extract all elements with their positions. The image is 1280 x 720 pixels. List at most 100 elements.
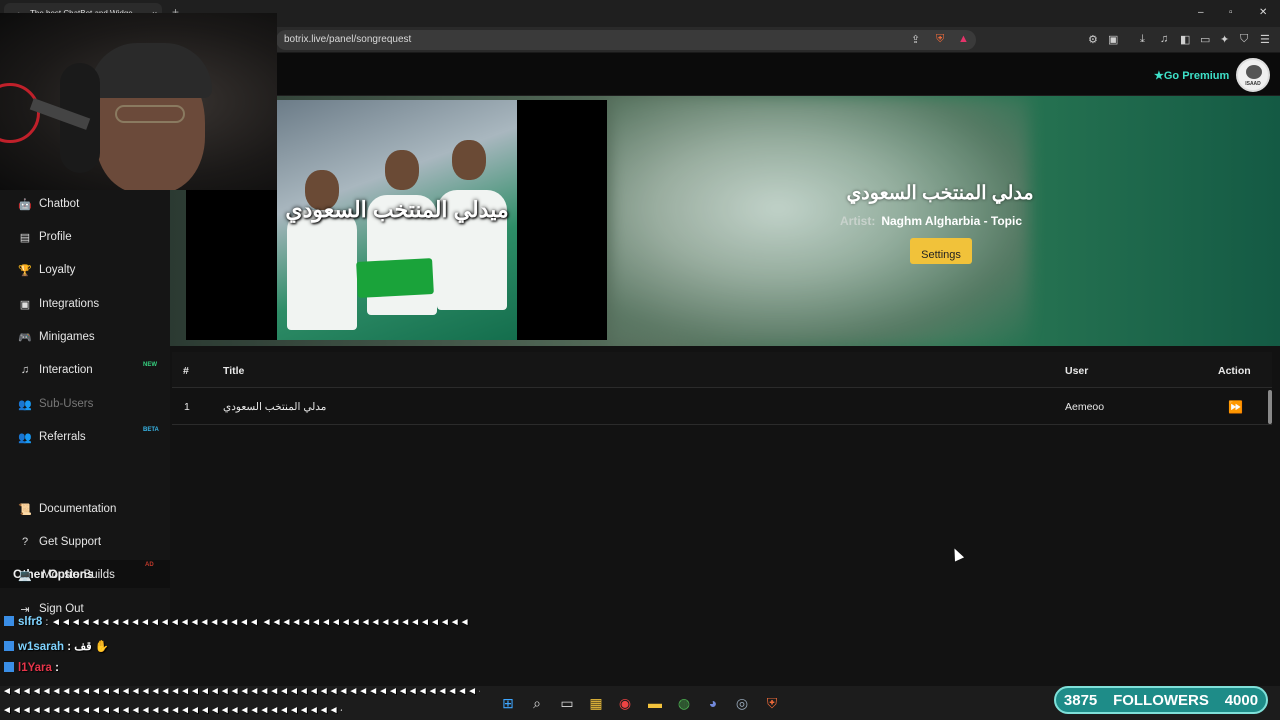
sidebar-item-label: Get Support [39, 536, 102, 548]
sidebar-item-profile[interactable]: ▤ Profile [17, 227, 167, 247]
ad-badge: AD [145, 562, 154, 568]
song-artist: Artist: Naghm Algharbia - Topic [840, 214, 1022, 228]
row-title: مدلي المنتخب السعودي [223, 401, 327, 413]
table-row[interactable]: 1 مدلي المنتخب السعودي Aemeoo ⏩ [172, 389, 1272, 425]
download-icon[interactable]: ⤓ [1140, 33, 1145, 46]
leo-ai-icon[interactable]: ✦ [1220, 33, 1229, 46]
sidebar-item-label: Sub-Users [39, 398, 94, 410]
sign-out-icon: ⇥ [20, 603, 30, 616]
store-icon[interactable]: ▦ [587, 694, 605, 712]
rewards-icon[interactable]: ▲ [958, 33, 969, 45]
player-head [452, 140, 486, 180]
scrollbar[interactable] [1268, 390, 1272, 424]
glasses-icon [115, 105, 185, 123]
url-bar[interactable]: botrix.live/panel/songrequest [276, 30, 976, 50]
steam-icon[interactable]: ◎ [733, 694, 751, 712]
media-icon[interactable]: ♫ [1160, 33, 1168, 45]
platform-icon [4, 616, 14, 626]
sidebar-item-label: Interaction [39, 364, 93, 376]
wallet-icon[interactable]: ▭ [1200, 33, 1210, 46]
column-action: Action [1218, 365, 1251, 377]
file-explorer-icon[interactable]: ▬ [646, 694, 664, 712]
chat-text: : ◄◄◄◄◄◄◄◄◄◄◄◄◄◄◄◄◄◄◄◄◄ ◄◄◄◄◄◄◄◄◄◄◄◄◄◄◄◄… [45, 617, 470, 628]
screenshot-icon[interactable]: ▣ [1108, 33, 1118, 46]
question-icon: ? [21, 536, 29, 548]
player-head [385, 150, 419, 190]
settings-button[interactable]: Settings [910, 238, 972, 264]
artist-label: Artist: [840, 214, 876, 228]
new-badge: NEW [143, 362, 157, 368]
obs-icon[interactable]: ◉ [616, 694, 634, 712]
gamepad-icon: 🎮 [18, 331, 32, 344]
sidebar-item-label: Documentation [39, 503, 117, 515]
chat-text: : قف ✋ [67, 641, 110, 653]
platform-icon [4, 662, 14, 672]
artist-name: Naghm Algharbia - Topic [881, 214, 1023, 228]
sidebar-item-label: Minigames [39, 331, 95, 343]
sidebar-item-label: Chatbot [39, 198, 80, 210]
discord-icon[interactable]: ◕ [704, 694, 722, 712]
maximize-button[interactable]: ▫ [1229, 7, 1233, 18]
music-icon: ♫ [20, 364, 30, 376]
vpn-icon[interactable]: ⛉ [1240, 33, 1248, 46]
sidebar-item-label: Profile [39, 231, 72, 243]
column-index: # [183, 365, 189, 377]
go-premium-link[interactable]: ★Go Premium [1154, 69, 1229, 82]
saudi-flag-icon [356, 258, 434, 298]
brave-icon[interactable]: ⛨ [763, 694, 781, 712]
chat-stream-line: ◄◄◄◄◄◄◄◄◄◄◄◄◄◄◄◄◄◄◄◄◄◄◄◄◄◄◄◄◄◄◄◄◄◄◄◄◄◄◄◄… [2, 686, 480, 697]
ring-light-icon [0, 83, 40, 143]
sidebar-item-integrations[interactable]: ▣ Integrations [17, 294, 167, 314]
sidebar-item-documentation[interactable]: 📜 Documentation [17, 499, 167, 519]
row-user: Aemeoo [1065, 401, 1105, 413]
followers-current: 3875 [1063, 691, 1098, 709]
close-window-button[interactable]: ✕ [1259, 7, 1267, 18]
platform-icon [4, 641, 14, 651]
laptop-icon: 💻 [18, 569, 32, 582]
menu-icon[interactable]: ☰ [1260, 33, 1270, 46]
sidebar-item-minigames[interactable]: 🎮 Minigames [17, 327, 167, 347]
column-user: User [1065, 365, 1089, 377]
table-header: # Title User Action [172, 352, 1272, 388]
chat-username: l1Yara [18, 662, 52, 674]
chat-message: l1Yara : [4, 662, 59, 674]
shield-icon[interactable]: ⛨ [936, 33, 944, 46]
sidebar-item-label: Loyalty [39, 264, 76, 276]
avatar[interactable]: ISAAD [1236, 58, 1270, 92]
task-view-icon[interactable]: ▭ [558, 694, 576, 712]
sidebar-item-sub-users[interactable]: 👥 Sub-Users [17, 394, 167, 414]
chat-message: slfr8 : ◄◄◄◄◄◄◄◄◄◄◄◄◄◄◄◄◄◄◄◄◄ ◄◄◄◄◄◄◄◄◄◄… [4, 616, 470, 628]
chat-username: w1sarah [18, 641, 65, 653]
sidebar-item-label: Sign Out [39, 603, 84, 615]
song-queue-table: # Title User Action 1 مدلي المنتخب السعو… [172, 352, 1276, 686]
integrations-icon: ▣ [19, 298, 31, 311]
chat-stream-line: ◄◄◄◄◄◄◄◄◄◄◄◄◄◄◄◄◄◄◄◄◄◄◄◄◄◄◄◄◄◄◄◄◄◄◄◄◄◄◄◄… [2, 705, 342, 716]
sidebar-item-interaction[interactable]: ♫ Interaction NEW [17, 360, 167, 380]
chat-message: w1sarah : قف ✋ [4, 639, 109, 653]
followers-goal-widget: 3875 FOLLOWERS 4000 [1054, 686, 1268, 714]
windows-start-icon[interactable]: ⊞ [499, 694, 517, 712]
minimize-button[interactable]: – [1198, 7, 1204, 18]
skip-forward-icon[interactable]: ⏩ [1228, 400, 1243, 414]
sidebar-toggle-icon[interactable]: ◧ [1180, 33, 1190, 46]
star-icon: ★ [1154, 70, 1164, 82]
users-icon: 👥 [18, 398, 32, 411]
video-thumbnail: ميدلي المنتخب السعودي [277, 100, 517, 340]
chrome-icon[interactable]: ◍ [675, 694, 693, 712]
chat-text: : [55, 662, 59, 674]
document-icon: 📜 [18, 503, 32, 516]
share-icon[interactable]: ⇪ [911, 33, 920, 46]
trophy-icon: 🏆 [18, 264, 32, 277]
song-title: مدلي المنتخب السعودي [846, 183, 1034, 204]
sidebar-item-chatbot[interactable]: 🤖 Chatbot [17, 194, 167, 214]
thumbnail-text: ميدلي المنتخب السعودي [285, 197, 509, 222]
extensions-icon[interactable]: ⚙ [1088, 33, 1098, 46]
sidebar-item-referrals[interactable]: 👥 Referrals BETA [17, 427, 167, 447]
sidebar-item-loyalty[interactable]: 🏆 Loyalty [17, 260, 167, 280]
url-text: botrix.live/panel/songrequest [284, 34, 412, 45]
search-icon[interactable]: ⌕ [528, 694, 546, 712]
sidebar-item-get-support[interactable]: ? Get Support [17, 532, 167, 552]
column-title: Title [223, 365, 245, 377]
sidebar-item-monsterbuilds[interactable]: 💻 MonsterBuilds AD [17, 562, 167, 585]
avatar-face-icon [1246, 65, 1262, 79]
